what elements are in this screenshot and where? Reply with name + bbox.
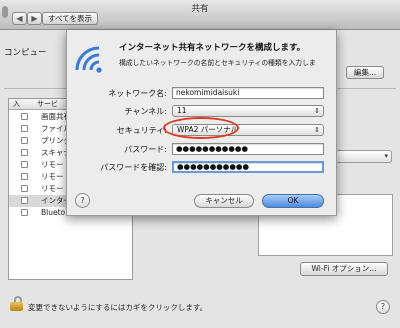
network-name-label: ネットワーク名: xyxy=(108,89,167,98)
wifi-config-sheet: インターネット共有ネットワークを構成します。 構成したいネットワークの名前とセキ… xyxy=(66,30,337,216)
service-checkbox[interactable] xyxy=(21,149,28,156)
confirm-password-field[interactable]: ●●●●●●●●●●● xyxy=(172,161,324,173)
service-checkbox[interactable] xyxy=(21,137,28,144)
network-name-field[interactable]: nekomimidaisuki xyxy=(172,87,324,99)
service-checkbox[interactable] xyxy=(21,185,28,192)
service-checkbox[interactable] xyxy=(21,113,28,120)
service-checkbox[interactable] xyxy=(21,209,28,216)
wifi-options-button[interactable]: Wi-Fi オプション... xyxy=(300,262,388,276)
chevron-down-icon: ▾ xyxy=(384,152,388,160)
password-field[interactable]: ●●●●●●●●●●● xyxy=(172,143,324,155)
wifi-icon xyxy=(75,46,102,73)
channel-select[interactable]: 11 ⇕ xyxy=(172,105,324,117)
highlight-annotation xyxy=(163,117,239,139)
sheet-title: インターネット共有ネットワークを構成します。 xyxy=(119,43,306,53)
service-checkbox[interactable] xyxy=(21,125,28,132)
edit-button[interactable]: 編集... xyxy=(346,66,384,79)
chevron-updown-icon: ⇕ xyxy=(314,126,320,134)
service-checkbox[interactable] xyxy=(21,161,28,168)
window-title: 共有 xyxy=(191,4,209,14)
help-button[interactable]: ? xyxy=(376,300,390,314)
channel-value: 11 xyxy=(177,106,187,115)
chevron-updown-icon: ⇕ xyxy=(314,107,320,115)
channel-label: チャンネル: xyxy=(124,107,167,116)
header-service: サービ xyxy=(37,100,58,108)
service-label: Blueto xyxy=(41,208,66,217)
confirm-password-label: パスワードを確認: xyxy=(100,163,167,172)
cancel-button[interactable]: キャンセル xyxy=(194,194,254,208)
ok-button[interactable]: OK xyxy=(262,194,324,208)
lock-text: 変更できないようにするにはカギをクリックします。 xyxy=(28,303,208,312)
service-checkbox[interactable] xyxy=(21,173,28,180)
service-checkbox[interactable] xyxy=(21,197,28,204)
security-label: セキュリティ: xyxy=(116,126,167,135)
window-titlebar: ◀ ▶ すべてを表示 共有 xyxy=(0,0,400,30)
sheet-description: 構成したいネットワークの名前とセキュリティの種類を入力しま xyxy=(119,59,316,67)
header-on: 入 xyxy=(13,100,20,108)
lock-icon[interactable] xyxy=(10,296,23,311)
password-label: パスワード: xyxy=(124,145,167,154)
computer-name-label: コンピュー xyxy=(4,48,47,58)
sheet-help-button[interactable]: ? xyxy=(75,193,90,208)
